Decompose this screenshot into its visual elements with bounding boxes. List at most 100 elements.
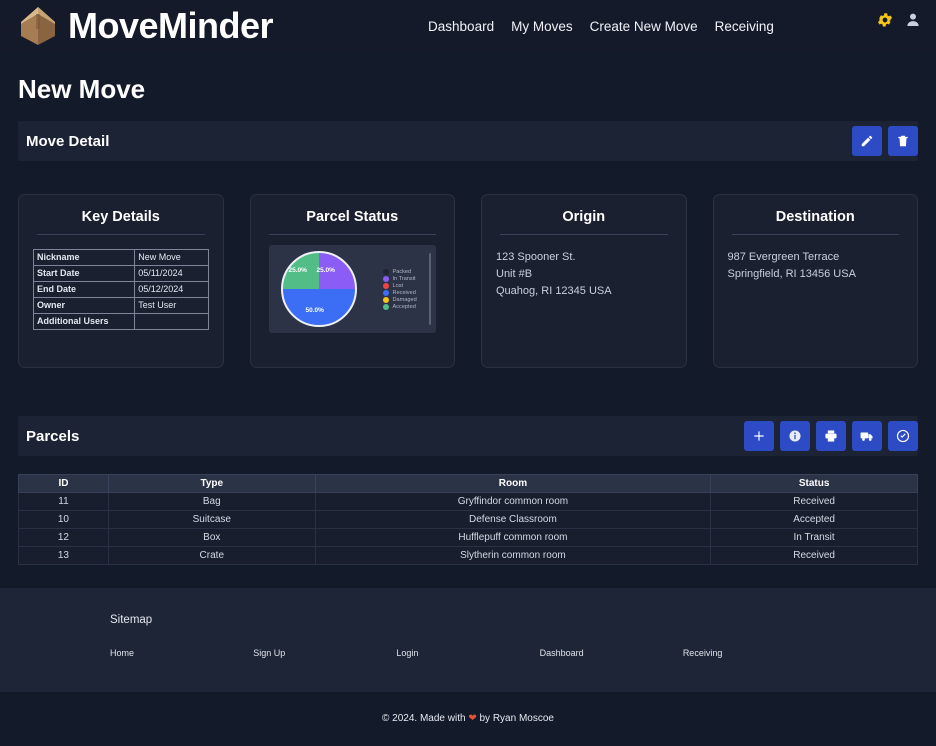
sitemap-heading: Sitemap — [110, 614, 153, 626]
address-line: 987 Evergreen Terrace — [727, 251, 840, 263]
truck-icon — [860, 432, 873, 441]
legend-label: Received — [392, 289, 416, 296]
address-line: Springfield, RI 13456 USA — [727, 268, 856, 281]
footer-link-login[interactable]: Login — [396, 648, 539, 658]
destination-title: Destination — [775, 209, 855, 225]
footer-sitemap: Sitemap Home Sign Up Login Dashboard Rec… — [0, 588, 936, 692]
legend-item: Damaged — [382, 296, 417, 303]
cell-room: Defense Classroom — [314, 510, 712, 529]
key-details-value — [134, 313, 209, 331]
copyright-prefix: © 2024. Made with — [382, 713, 469, 724]
edit-move-button[interactable] — [852, 126, 882, 156]
table-row: Start Date 05/11/2024 — [32, 265, 209, 283]
footer-link-receiving[interactable]: Receiving — [683, 648, 826, 658]
trash-icon — [898, 135, 908, 147]
legend-color-dot — [382, 296, 389, 303]
destination-address: 987 Evergreen Terrace Springfield, RI 13… — [728, 249, 904, 357]
legend-item: Packed — [382, 268, 417, 275]
legend-scrollbar[interactable] — [429, 253, 431, 325]
legend-color-dot — [382, 282, 389, 289]
parcel-status-title: Parcel Status — [306, 209, 399, 225]
parcels-actions — [744, 421, 918, 451]
footer-link-dashboard[interactable]: Dashboard — [540, 648, 683, 658]
legend-color-dot — [382, 303, 389, 310]
table-row[interactable]: 11 Bag Gryffindor common room Received — [18, 492, 918, 511]
cell-status: Received — [710, 546, 918, 565]
divider — [37, 234, 205, 235]
pie-legend: Packed In Transit Lost Received Damaged … — [382, 268, 417, 310]
cell-type: Crate — [107, 546, 316, 565]
nav-links: Dashboard My Moves Create New Move Recei… — [428, 19, 774, 34]
table-row[interactable]: 13 Crate Slytherin common room Received — [18, 546, 918, 565]
main-content: New Move Move Detail Key Details Nicknam… — [0, 74, 936, 565]
table-row: Nickname New Move — [32, 248, 209, 267]
top-navigation-bar: MoveMinder Dashboard My Moves Create New… — [0, 0, 936, 52]
brand-name: MoveMinder — [68, 5, 274, 46]
key-details-key: Owner — [32, 297, 136, 315]
footer-link-home[interactable]: Home — [110, 648, 253, 658]
parcels-table: ID Type Room Status 11 Bag Gryffindor co… — [18, 474, 918, 565]
key-details-value: 05/12/2024 — [134, 281, 209, 299]
plus-icon — [754, 431, 764, 441]
cell-id: 13 — [18, 546, 109, 565]
parcels-section: Parcels ID Type Room Status 11 Bag Gryff… — [18, 416, 918, 565]
table-row: End Date 05/12/2024 — [32, 281, 209, 299]
legend-label: Packed — [392, 268, 412, 275]
origin-title: Origin — [562, 209, 606, 225]
nav-link-receiving[interactable]: Receiving — [715, 19, 774, 34]
key-details-value: Test User — [134, 297, 209, 315]
pie-label-accepted: 25.0% — [288, 267, 307, 274]
move-detail-actions — [852, 126, 918, 156]
cell-type: Bag — [107, 492, 316, 511]
table-row[interactable]: 10 Suitcase Defense Classroom Accepted — [18, 510, 918, 529]
cell-id: 12 — [18, 528, 109, 547]
legend-color-dot — [382, 268, 389, 275]
gear-icon[interactable] — [876, 11, 894, 29]
key-details-value: New Move — [134, 248, 209, 267]
address-line: Unit #B — [496, 268, 533, 281]
cell-status: Received — [710, 492, 918, 511]
copyright-suffix: by Ryan Moscoe — [476, 713, 554, 724]
package-box-icon — [21, 7, 55, 45]
legend-label: Damaged — [392, 296, 417, 303]
parcel-status-chart: 25.0% 50.0% 25.0% Packed In Transit Lost… — [268, 245, 436, 333]
origin-address: 123 Spooner St. Unit #B Quahog, RI 12345… — [496, 249, 672, 357]
footer-link-sign-up[interactable]: Sign Up — [253, 648, 396, 658]
nav-link-dashboard[interactable]: Dashboard — [428, 19, 494, 34]
key-details-body: Nickname New Move Start Date 05/11/2024 … — [32, 248, 209, 357]
parcels-title: Parcels — [26, 427, 80, 445]
delete-move-button[interactable] — [888, 126, 918, 156]
parcel-info-button[interactable] — [780, 421, 810, 451]
ship-parcels-button[interactable] — [852, 421, 882, 451]
nav-link-my-moves[interactable]: My Moves — [511, 19, 573, 34]
table-row[interactable]: 12 Box Hufflepuff common room In Transit — [18, 528, 918, 547]
address-line: Quahog, RI 12345 USA — [496, 285, 612, 298]
column-header-type: Type — [107, 474, 316, 493]
key-details-value: 05/11/2024 — [134, 265, 209, 283]
table-row: Additional Users — [32, 313, 209, 331]
address-line: 123 Spooner St. — [496, 251, 576, 263]
add-parcel-button[interactable] — [744, 421, 774, 451]
accept-parcels-button[interactable] — [888, 421, 918, 451]
print-labels-button[interactable] — [816, 421, 846, 451]
legend-color-dot — [382, 289, 389, 296]
pencil-icon — [861, 135, 873, 147]
divider — [500, 234, 668, 235]
legend-label: Accepted — [392, 303, 416, 310]
nav-link-create-new-move[interactable]: Create New Move — [590, 19, 698, 34]
key-details-table: Nickname New Move Start Date 05/11/2024 … — [32, 248, 209, 331]
pie-graphic — [280, 251, 357, 327]
legend-item: Accepted — [382, 303, 417, 310]
brand-logo-link[interactable]: MoveMinder — [18, 5, 274, 47]
move-detail-title: Move Detail — [26, 132, 110, 150]
table-header-row: ID Type Room Status — [18, 474, 918, 493]
pie-label-in-transit: 25.0% — [316, 267, 335, 274]
column-header-id: ID — [18, 474, 109, 493]
legend-color-dot — [382, 275, 389, 282]
cell-id: 10 — [18, 510, 109, 529]
pie-label-received: 50.0% — [305, 307, 324, 314]
table-row: Owner Test User — [32, 297, 209, 315]
legend-item: Lost — [382, 282, 417, 289]
user-icon[interactable] — [904, 11, 922, 29]
key-details-title: Key Details — [81, 209, 160, 225]
